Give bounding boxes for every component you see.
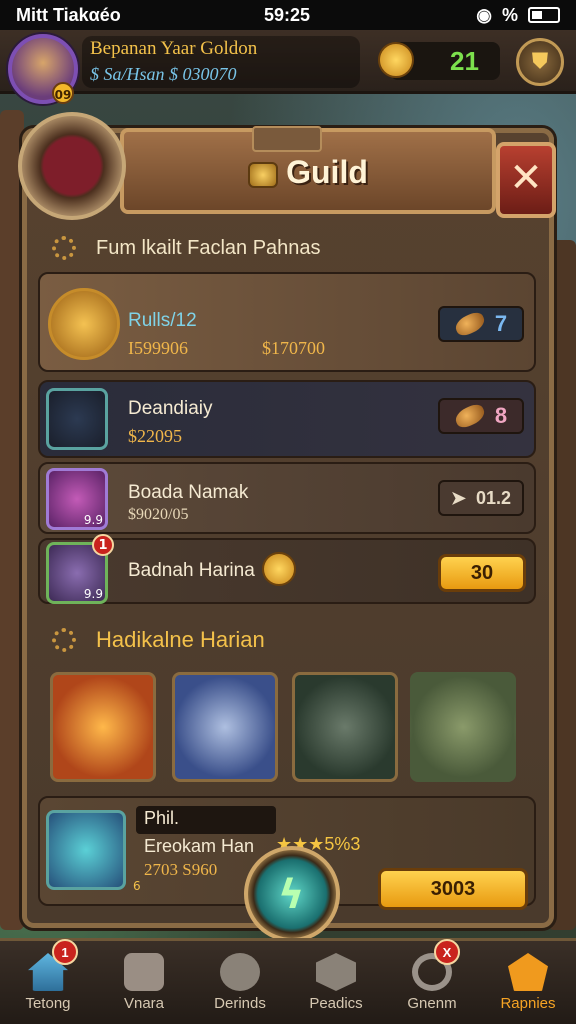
golden-mask-icon bbox=[48, 288, 120, 360]
lightning-icon: ϟ bbox=[278, 872, 305, 918]
section-header-2: Hadikalne Harian bbox=[36, 618, 540, 662]
nav-tab-home[interactable]: 1 Tetong bbox=[0, 939, 96, 1024]
wifi-icon: ◉ bbox=[476, 4, 492, 25]
battery-percent: % bbox=[501, 4, 518, 25]
row-1-name: Rulls/12 bbox=[128, 310, 197, 331]
warrior-hero-card[interactable] bbox=[292, 672, 398, 782]
nav-gnenm-badge: X bbox=[434, 939, 460, 965]
nav-label-peadics: Peadics bbox=[309, 995, 363, 1012]
featured-value: 2703 S960 bbox=[144, 860, 218, 879]
nav-label-home: Tetong bbox=[25, 995, 71, 1012]
featured-subtitle: Ereokam Han bbox=[144, 836, 255, 856]
top-hud: 09 Bepanan Yaar Goldon $ Sa/Hsan $ 03007… bbox=[0, 30, 576, 104]
row-3-icon-value: 9.9 bbox=[83, 513, 103, 527]
row-3-value: $9020/05 bbox=[128, 506, 189, 523]
row-4-icon-value: 9.9 bbox=[83, 587, 103, 601]
hexagon-icon bbox=[316, 953, 356, 991]
nav-label-derinds: Derinds bbox=[214, 995, 266, 1012]
carrier-label: Mitt Tiakαéo bbox=[16, 4, 121, 25]
seed-icon bbox=[452, 401, 488, 431]
row-4-notification-badge: 1 bbox=[92, 534, 114, 556]
row-2-resource-pill[interactable]: 8 bbox=[438, 398, 524, 434]
crate-item-card[interactable] bbox=[410, 672, 516, 782]
row-3-resource-pill[interactable]: ➤ 01.2 bbox=[438, 480, 524, 516]
guild-icon bbox=[248, 161, 279, 188]
row-1-pill-value: 7 bbox=[494, 311, 508, 336]
section-title-2: Hadikalne Harian bbox=[96, 627, 265, 652]
status-bar: Mitt Tiakαéo 59:25 ◉ % bbox=[0, 0, 576, 30]
row-2-value: $22095 bbox=[128, 426, 182, 446]
row-1-resource-pill[interactable]: 7 bbox=[438, 306, 524, 342]
nav-tab-vnara[interactable]: Vnara bbox=[96, 941, 192, 1024]
battery-icon bbox=[528, 7, 560, 23]
lightning-orb-button[interactable]: ϟ bbox=[244, 846, 340, 942]
shield-menu-button[interactable]: ⛊ bbox=[516, 38, 564, 86]
blue-chest-icon: 6 bbox=[46, 810, 141, 893]
nav-label-rapnies: Rapnies bbox=[500, 995, 556, 1012]
bottom-nav: 1 Tetong Vnara Derinds Peadics X Gnenm R… bbox=[0, 938, 576, 1024]
nav-label-vnara: Vnara bbox=[123, 995, 165, 1012]
nav-tab-peadics[interactable]: Peadics bbox=[288, 941, 384, 1024]
title-ornament bbox=[252, 126, 322, 152]
row-4-claim-button[interactable]: 30 bbox=[438, 554, 526, 592]
row-2-name: Deandiaiy bbox=[128, 398, 213, 419]
gold-shield-icon bbox=[262, 552, 296, 586]
treasure-chest-card[interactable] bbox=[50, 672, 156, 782]
gear-icon bbox=[52, 628, 76, 652]
guild-row-1[interactable]: Rulls/12 I599906 $170700 7 bbox=[38, 272, 536, 372]
gem-count: 21 bbox=[450, 46, 479, 76]
nav-label-gnenm: Gnenm bbox=[407, 995, 457, 1012]
shield-icon: ⛊ bbox=[531, 49, 549, 74]
close-icon: ✕ bbox=[509, 155, 543, 201]
row-3-pill-value: 01.2 bbox=[476, 487, 512, 508]
section-header-1: Fum lkailt Faclan Pahnas bbox=[36, 226, 540, 270]
row-1-value-right: $170700 bbox=[262, 338, 325, 358]
featured-name: Phil. bbox=[144, 808, 180, 828]
seed-icon bbox=[452, 309, 488, 339]
close-button[interactable]: ✕ bbox=[496, 142, 556, 218]
row-1-value-left: I599906 bbox=[128, 338, 188, 358]
featured-icon-value: 6 bbox=[133, 879, 141, 893]
guild-crest-icon[interactable] bbox=[18, 112, 126, 220]
panel-title: Guild bbox=[286, 154, 368, 190]
nav-tab-rapnies[interactable]: Rapnies bbox=[480, 941, 576, 1024]
compass-emblem-icon bbox=[46, 388, 108, 450]
gem-icon bbox=[378, 42, 414, 78]
nav-tab-gnenm[interactable]: X Gnenm bbox=[384, 939, 480, 1024]
player-name: Bepanan Yaar Goldon bbox=[90, 38, 258, 59]
castle-icon bbox=[508, 953, 548, 991]
guild-row-3[interactable]: 9.9 Boada Namak $9020/05 ➤ 01.2 bbox=[38, 462, 536, 534]
row-4-name: Badnah Harina bbox=[128, 560, 255, 581]
arrow-icon: ➤ bbox=[450, 487, 467, 508]
guild-row-2[interactable]: Deandiaiy $22095 8 bbox=[38, 380, 536, 458]
player-gold: $ Sa/Hsan $ 030070 bbox=[90, 64, 237, 84]
chest-icon bbox=[124, 953, 164, 991]
row-2-pill-value: 8 bbox=[494, 403, 508, 428]
gear-icon bbox=[52, 236, 76, 260]
clock: 59:25 bbox=[264, 4, 311, 25]
player-avatar[interactable]: 09 bbox=[8, 34, 78, 104]
section-title-1: Fum lkailt Faclan Pahnas bbox=[96, 236, 321, 259]
nav-tab-derinds[interactable]: Derinds bbox=[192, 941, 288, 1024]
guild-row-4[interactable]: 9.9 1 Badnah Harina 30 bbox=[38, 534, 536, 604]
player-level-badge: 09 bbox=[52, 82, 74, 104]
row-3-name: Boada Namak bbox=[128, 482, 249, 503]
helmet-icon bbox=[220, 953, 260, 991]
pink-hero-icon: 9.9 bbox=[46, 468, 108, 530]
tree-trunk-left bbox=[0, 110, 24, 930]
knight-hero-card[interactable] bbox=[172, 672, 278, 782]
featured-action-button[interactable]: 3003 bbox=[378, 868, 528, 910]
nav-home-badge: 1 bbox=[52, 939, 78, 965]
